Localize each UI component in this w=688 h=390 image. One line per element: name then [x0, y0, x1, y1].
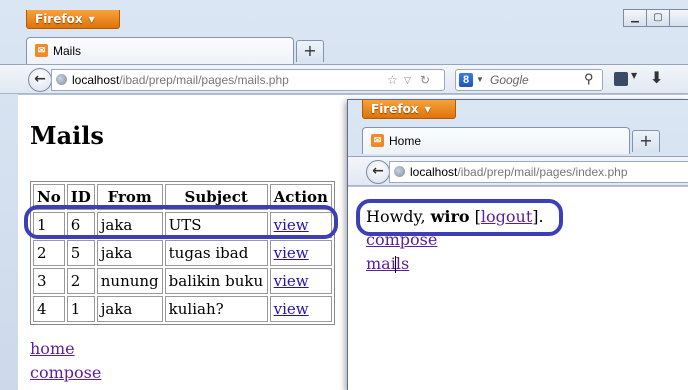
chevron-down-icon: ▼: [88, 15, 95, 24]
url-bar[interactable]: localhost/ibad/prep/mail/pages/index.php: [389, 161, 688, 183]
highlight-ellipse-greeting: [356, 199, 563, 236]
tab-title: Home: [389, 134, 422, 148]
site-identity-icon: [394, 166, 405, 177]
cell-no: 2: [33, 240, 65, 266]
page-title: Mails: [30, 121, 104, 150]
firefox-button-label: Firefox: [35, 12, 83, 26]
view-link[interactable]: view: [274, 272, 309, 290]
url-path: /ibad/prep/mail/pages/mails.php: [119, 73, 289, 87]
engine-dropdown-icon[interactable]: ▼: [476, 70, 484, 90]
table-row: 2 5 jaka tugas ibad view: [33, 240, 332, 266]
bookmarks-menu-icon[interactable]: [614, 72, 628, 86]
cell-id: 5: [66, 240, 95, 266]
search-placeholder: Google: [490, 73, 529, 87]
window-controls: ▁ ▢: [623, 9, 688, 29]
tab-bar: ✉ Home +: [348, 127, 688, 155]
cell-from: jaka: [96, 296, 163, 322]
search-bar[interactable]: 8 ▼ Google ⚲: [455, 69, 603, 91]
cell-action: view: [269, 296, 332, 322]
navigation-toolbar: ← localhost/ibad/prep/mail/pages/index.p…: [348, 156, 688, 186]
cell-id: 1: [66, 296, 95, 322]
home-link[interactable]: home: [30, 339, 75, 358]
firefox-button-label: Firefox: [371, 102, 419, 116]
home-page-content: Howdy, wiro [logout]. compose mails: [348, 186, 688, 390]
new-tab-button[interactable]: +: [296, 40, 324, 62]
cell-subject: kuliah?: [164, 296, 268, 322]
highlight-ellipse-row: [24, 205, 338, 239]
maximize-button[interactable]: ▢: [646, 9, 670, 27]
compose-link[interactable]: compose: [30, 363, 101, 382]
tab-bar: ✉ Mails +: [0, 37, 688, 65]
mail-favicon-icon: ✉: [35, 44, 48, 57]
tab-home[interactable]: ✉ Home: [362, 127, 630, 154]
bookmarks-dropdown-icon[interactable]: ▼: [631, 71, 637, 80]
mails-link[interactable]: mails: [366, 254, 409, 273]
close-button[interactable]: [669, 9, 688, 27]
back-arrow-icon[interactable]: ←: [28, 68, 52, 92]
download-arrow-icon[interactable]: ⬇: [650, 68, 663, 87]
search-engine-icon[interactable]: 8: [459, 73, 473, 87]
cell-subject: balikin buku: [164, 268, 268, 294]
search-magnifier-icon[interactable]: ⚲: [584, 69, 594, 89]
minimize-button[interactable]: ▁: [623, 9, 647, 27]
cell-action: view: [269, 240, 332, 266]
navigation-toolbar: ← localhost/ibad/prep/mail/pages/mails.p…: [0, 64, 688, 94]
url-path: /ibad/prep/mail/pages/index.php: [457, 165, 628, 179]
mails-table: No ID From Subject Action 1 6 jaka UTS v…: [30, 181, 335, 325]
chevron-down-icon: ▼: [424, 105, 431, 114]
firefox-window-home: Firefox ▼ ✉ Home + ← localhost/ibad/prep/…: [347, 99, 688, 390]
view-link[interactable]: view: [274, 300, 309, 318]
cell-no: 3: [33, 268, 65, 294]
tab-mails[interactable]: ✉ Mails: [26, 37, 294, 64]
tab-title: Mails: [53, 44, 82, 58]
reload-icon[interactable]: ↻: [420, 70, 430, 90]
cell-no: 4: [33, 296, 65, 322]
cell-subject: tugas ibad: [164, 240, 268, 266]
cell-action: view: [269, 268, 332, 294]
url-host: localhost: [410, 165, 458, 179]
url-host: localhost: [72, 73, 120, 87]
url-bar[interactable]: localhost/ibad/prep/mail/pages/mails.php…: [51, 69, 445, 91]
text-cursor-icon: [395, 256, 396, 273]
cell-from: nunung: [96, 268, 163, 294]
bookmark-star-icon[interactable]: ☆: [387, 70, 398, 90]
history-dropdown-icon[interactable]: ▽: [404, 70, 411, 90]
mail-favicon-icon: ✉: [371, 134, 384, 147]
site-identity-icon: [56, 74, 67, 85]
table-row: 3 2 nunung balikin buku view: [33, 268, 332, 294]
back-arrow-icon[interactable]: ←: [366, 160, 390, 184]
firefox-menu-button[interactable]: Firefox ▼: [362, 100, 456, 119]
view-link[interactable]: view: [274, 244, 309, 262]
cell-id: 2: [66, 268, 95, 294]
firefox-menu-button[interactable]: Firefox ▼: [26, 10, 120, 29]
cell-from: jaka: [96, 240, 163, 266]
table-row: 4 1 jaka kuliah? view: [33, 296, 332, 322]
new-tab-button[interactable]: +: [632, 130, 660, 152]
